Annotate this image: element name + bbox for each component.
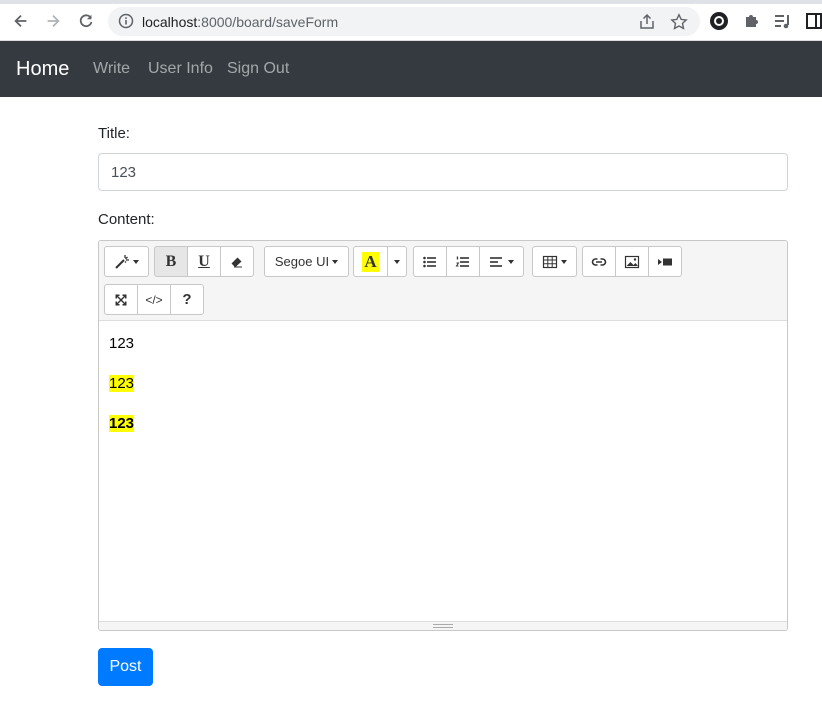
paragraph-highlighted-bold: 123	[109, 415, 135, 433]
view-group: </> ?	[104, 284, 204, 315]
magic-wand-icon	[115, 254, 129, 269]
paragraph-text: 123	[109, 375, 135, 392]
underline-button[interactable]: U	[187, 246, 221, 277]
insert-video-button[interactable]	[648, 246, 682, 277]
navbar: Home Write User Info Sign Out	[0, 41, 822, 97]
bold-button[interactable]: B	[154, 246, 188, 277]
caret-icon	[394, 259, 400, 264]
font-name-group: Segoe UI	[264, 246, 349, 277]
picture-icon	[624, 255, 640, 268]
browser-chrome: localhost:8000/board/saveForm	[0, 0, 822, 41]
table-group	[532, 246, 577, 277]
reading-list-icon[interactable]	[773, 11, 793, 31]
arrow-left-icon	[14, 14, 27, 28]
style-dropdown-button[interactable]	[104, 246, 149, 277]
paragraph-text: 123	[109, 335, 135, 352]
table-dropdown-button[interactable]	[532, 246, 577, 277]
font-name-dropdown[interactable]: Segoe UI	[264, 246, 349, 277]
rich-text-editor: B U Segoe UI A </> ? 123 123 123	[98, 240, 788, 631]
underline-icon: U	[198, 252, 210, 270]
insert-picture-button[interactable]	[615, 246, 649, 277]
numbered-list-icon	[455, 256, 469, 267]
paragraph-group	[413, 246, 524, 277]
url-text: localhost:8000/board/saveForm	[142, 14, 339, 30]
post-button[interactable]: Post	[98, 648, 153, 686]
address-bar[interactable]: localhost:8000/board/saveForm	[108, 7, 700, 36]
extension-circle-icon[interactable]	[709, 11, 729, 31]
align-dropdown-button[interactable]	[479, 246, 524, 277]
back-button[interactable]	[11, 11, 31, 31]
side-panel-icon[interactable]	[804, 11, 822, 31]
font-color-icon: A	[362, 251, 379, 272]
bookmark-star-icon[interactable]	[670, 13, 688, 31]
insert-link-button[interactable]	[582, 246, 616, 277]
expand-icon	[115, 294, 127, 305]
code-view-button[interactable]: </>	[137, 284, 171, 315]
link-icon	[591, 257, 607, 266]
clear-format-button[interactable]	[220, 246, 254, 277]
content-label: Content:	[98, 211, 155, 228]
tab-strip	[0, 0, 822, 4]
color-dropdown-button[interactable]	[387, 246, 407, 277]
help-button[interactable]: ?	[170, 284, 204, 315]
bullet-list-icon	[423, 256, 436, 267]
font-name-value: Segoe UI	[274, 254, 330, 269]
share-icon[interactable]	[638, 13, 656, 31]
forward-button[interactable]	[43, 11, 63, 31]
video-icon	[658, 258, 672, 265]
editor-toolbar: B U Segoe UI A </> ?	[99, 241, 787, 321]
nav-link-write[interactable]: Write	[93, 60, 130, 78]
title-label: Title:	[98, 125, 130, 142]
arrow-right-icon	[47, 14, 60, 28]
eraser-icon	[231, 257, 242, 267]
color-group: A	[353, 246, 407, 277]
insert-group	[582, 246, 682, 277]
grip-icon	[433, 624, 453, 628]
paragraph-text: 123	[109, 415, 135, 432]
fullscreen-button[interactable]	[104, 284, 138, 315]
paragraph-highlighted: 123	[109, 375, 135, 393]
brand-home-link[interactable]: Home	[16, 58, 69, 81]
question-icon: ?	[182, 291, 192, 308]
align-left-icon	[490, 256, 502, 267]
editor-resize-handle[interactable]	[99, 621, 787, 630]
unordered-list-button[interactable]	[413, 246, 447, 277]
nav-link-user-info[interactable]: User Info	[148, 60, 213, 78]
caret-icon	[133, 259, 139, 264]
reload-button[interactable]	[76, 11, 96, 31]
style-group	[104, 246, 149, 277]
bold-icon: B	[165, 252, 177, 270]
info-icon[interactable]	[118, 13, 134, 29]
recent-color-button[interactable]: A	[353, 246, 388, 277]
caret-icon	[508, 259, 514, 264]
reload-icon	[79, 14, 93, 28]
puzzle-icon[interactable]	[742, 11, 762, 31]
paragraph-plain: 123	[109, 335, 134, 353]
nav-link-sign-out[interactable]: Sign Out	[227, 60, 289, 78]
editor-content[interactable]: 123 123 123	[109, 335, 135, 455]
caret-icon	[561, 259, 567, 264]
table-icon	[542, 255, 558, 268]
caret-icon	[332, 259, 339, 264]
font-style-group: B U	[154, 246, 254, 277]
code-icon: </>	[145, 292, 163, 307]
ordered-list-button[interactable]	[446, 246, 480, 277]
title-input[interactable]	[98, 153, 788, 191]
